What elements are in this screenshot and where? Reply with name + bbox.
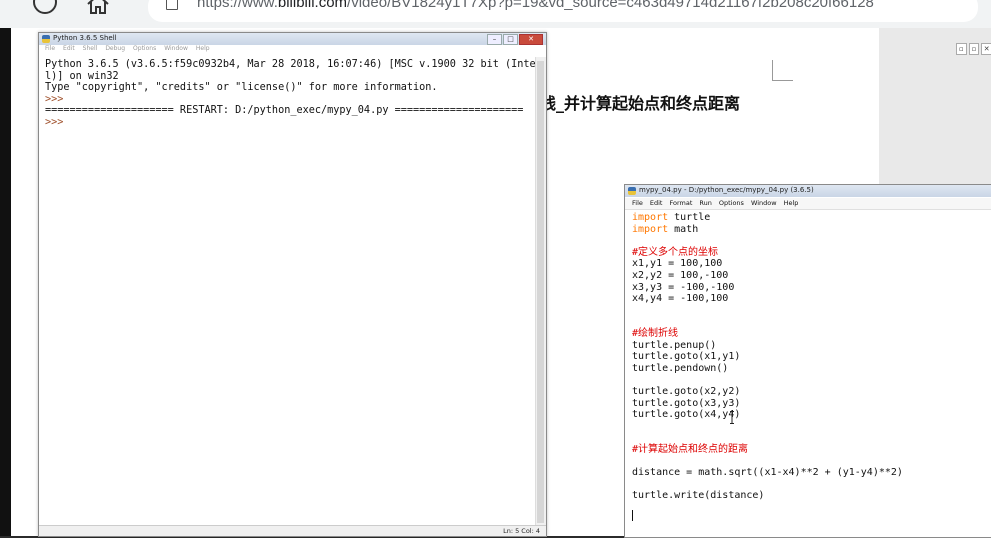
python-file-icon: [628, 187, 636, 195]
code-text: turtle: [668, 212, 711, 223]
shell-menu-options[interactable]: Options: [133, 45, 156, 55]
code-keyword: import: [632, 223, 669, 235]
shell-prompt: >>>: [45, 93, 70, 105]
editor-titlebar[interactable]: mypy_04.py - D:/python_exec/mypy_04.py (…: [625, 185, 991, 197]
code-line: distance = math.sqrt((x1-x4)**2 + (y1-y4…: [632, 467, 903, 479]
editor-menu-options[interactable]: Options: [719, 198, 744, 209]
code-text: x1,y1 = 100,100: [632, 258, 723, 270]
code-keyword: import: [632, 212, 669, 223]
document-heading: 线_并计算起始点和终点距离: [540, 94, 741, 113]
code-text: turtle.goto(x4,y4): [632, 409, 741, 421]
code-text: turtle.write(distance): [632, 490, 765, 502]
browser-toolbar: https://www.bilibili.com/video/BV1824y1T…: [0, 0, 991, 29]
editor-title: mypy_04.py - D:/python_exec/mypy_04.py (…: [639, 186, 814, 194]
code-line: turtle.goto(x1,y1): [632, 351, 903, 363]
shell-menu-debug[interactable]: Debug: [105, 45, 125, 55]
shell-menu-shell[interactable]: Shell: [83, 45, 98, 55]
scrollbar-thumb[interactable]: [537, 61, 544, 523]
shell-output[interactable]: Python 3.6.5 (v3.6.5:f59c0932b4, Mar 28 …: [45, 59, 536, 129]
restart-line: ===================== RESTART: D:/python…: [45, 105, 524, 117]
minimize-icon[interactable]: –: [487, 34, 502, 45]
close-icon[interactable]: ✕: [519, 34, 543, 45]
shell-line: Type "copyright", "credits" or "license(…: [45, 82, 438, 94]
code-line: x4,y4 = -100,100: [632, 293, 903, 305]
maximize-icon[interactable]: □: [503, 34, 518, 45]
editor-menu-run[interactable]: Run: [699, 198, 711, 209]
code-text: turtle.goto(x3,y3): [632, 397, 741, 409]
editor-menu-file[interactable]: File: [632, 198, 643, 209]
code-line: x2,y2 = 100,-100: [632, 270, 903, 282]
shell-titlebar[interactable]: Python 3.6.5 Shell – □ ✕: [39, 33, 546, 45]
editor-menu-window[interactable]: Window: [751, 198, 777, 209]
page-icon: [166, 0, 178, 10]
code-line: #定义多个点的坐标: [632, 247, 903, 259]
shell-line: l)] on win32: [45, 70, 119, 82]
code-line: import turtle: [632, 212, 903, 224]
home-icon[interactable]: [86, 0, 110, 14]
mini-window-controls: ▫ ▫ ✕: [956, 43, 991, 55]
shell-prompt: >>>: [45, 116, 70, 128]
code-line: turtle.goto(x4,y4): [632, 409, 903, 421]
code-line: turtle.goto(x2,y2): [632, 386, 903, 398]
code-comment: #绘制折线: [632, 327, 679, 339]
left-edge: [0, 28, 11, 536]
code-line: turtle.write(distance): [632, 490, 903, 502]
shell-title: Python 3.6.5 Shell: [53, 34, 117, 42]
code-text: turtle.goto(x2,y2): [632, 385, 741, 397]
code-line: turtle.penup(): [632, 340, 903, 352]
text-cursor: [632, 510, 633, 521]
shell-statusbar: Ln: 5 Col: 4: [39, 525, 546, 536]
shell-menu-help[interactable]: Help: [196, 45, 210, 55]
code-text: x2,y2 = 100,-100: [632, 269, 729, 281]
shell-scrollbar[interactable]: [535, 57, 546, 527]
shell-menu-window[interactable]: Window: [164, 45, 188, 55]
shell-menu-edit[interactable]: Edit: [63, 45, 75, 55]
code-text: x3,y3 = -100,-100: [632, 281, 735, 293]
shell-window-controls: – □ ✕: [487, 34, 543, 45]
code-line: turtle.goto(x3,y3): [632, 398, 903, 410]
python-icon: [42, 35, 50, 43]
editor-menu-format[interactable]: Format: [669, 198, 692, 209]
code-text: turtle.pendown(): [632, 362, 729, 374]
code-line: #计算起始点和终点的距离: [632, 444, 903, 456]
code-line: import math: [632, 224, 903, 236]
mini-restore-icon[interactable]: ▫: [968, 43, 980, 55]
reload-icon[interactable]: [33, 0, 57, 14]
code-text: turtle.penup(): [632, 339, 717, 351]
code-text: distance = math.sqrt((x1-x4)**2 + (y1-y4…: [632, 467, 903, 479]
editor-window: mypy_04.py - D:/python_exec/mypy_04.py (…: [624, 184, 991, 538]
editor-menubar: File Edit Format Run Options Window Help: [625, 198, 991, 210]
page-corner-mark: [772, 60, 793, 81]
code-text: math: [668, 223, 699, 235]
code-line: turtle.pendown(): [632, 363, 903, 375]
shell-line: Python 3.6.5 (v3.6.5:f59c0932b4, Mar 28 …: [45, 59, 536, 70]
cursor-position: Ln: 5 Col: 4: [503, 527, 540, 535]
code-text: turtle.goto(x1,y1): [632, 351, 741, 363]
code-text: x4,y4 = -100,100: [632, 293, 729, 305]
shell-menu-file[interactable]: File: [45, 45, 55, 55]
python-shell-window: Python 3.6.5 Shell – □ ✕ File Edit Shell…: [38, 32, 547, 537]
shell-menubar: File Edit Shell Debug Options Window Hel…: [39, 45, 552, 55]
mini-minimize-icon[interactable]: ▫: [956, 43, 967, 55]
code-line: x1,y1 = 100,100: [632, 258, 903, 270]
code-comment: #定义多个点的坐标: [632, 246, 719, 258]
code-editor[interactable]: import turtle import math #定义多个点的坐标 x1,y1 =…: [632, 212, 903, 502]
code-line: x3,y3 = -100,-100: [632, 282, 903, 294]
code-comment: #计算起始点和终点的距离: [632, 443, 749, 455]
mini-close-icon[interactable]: ✕: [981, 43, 991, 55]
code-line: #绘制折线: [632, 328, 903, 340]
ibeam-cursor-icon: [730, 411, 734, 424]
editor-menu-help[interactable]: Help: [784, 198, 799, 209]
url-text[interactable]: https://www.bilibili.com/video/BV1824y1T…: [197, 0, 874, 11]
editor-menu-edit[interactable]: Edit: [650, 198, 663, 209]
